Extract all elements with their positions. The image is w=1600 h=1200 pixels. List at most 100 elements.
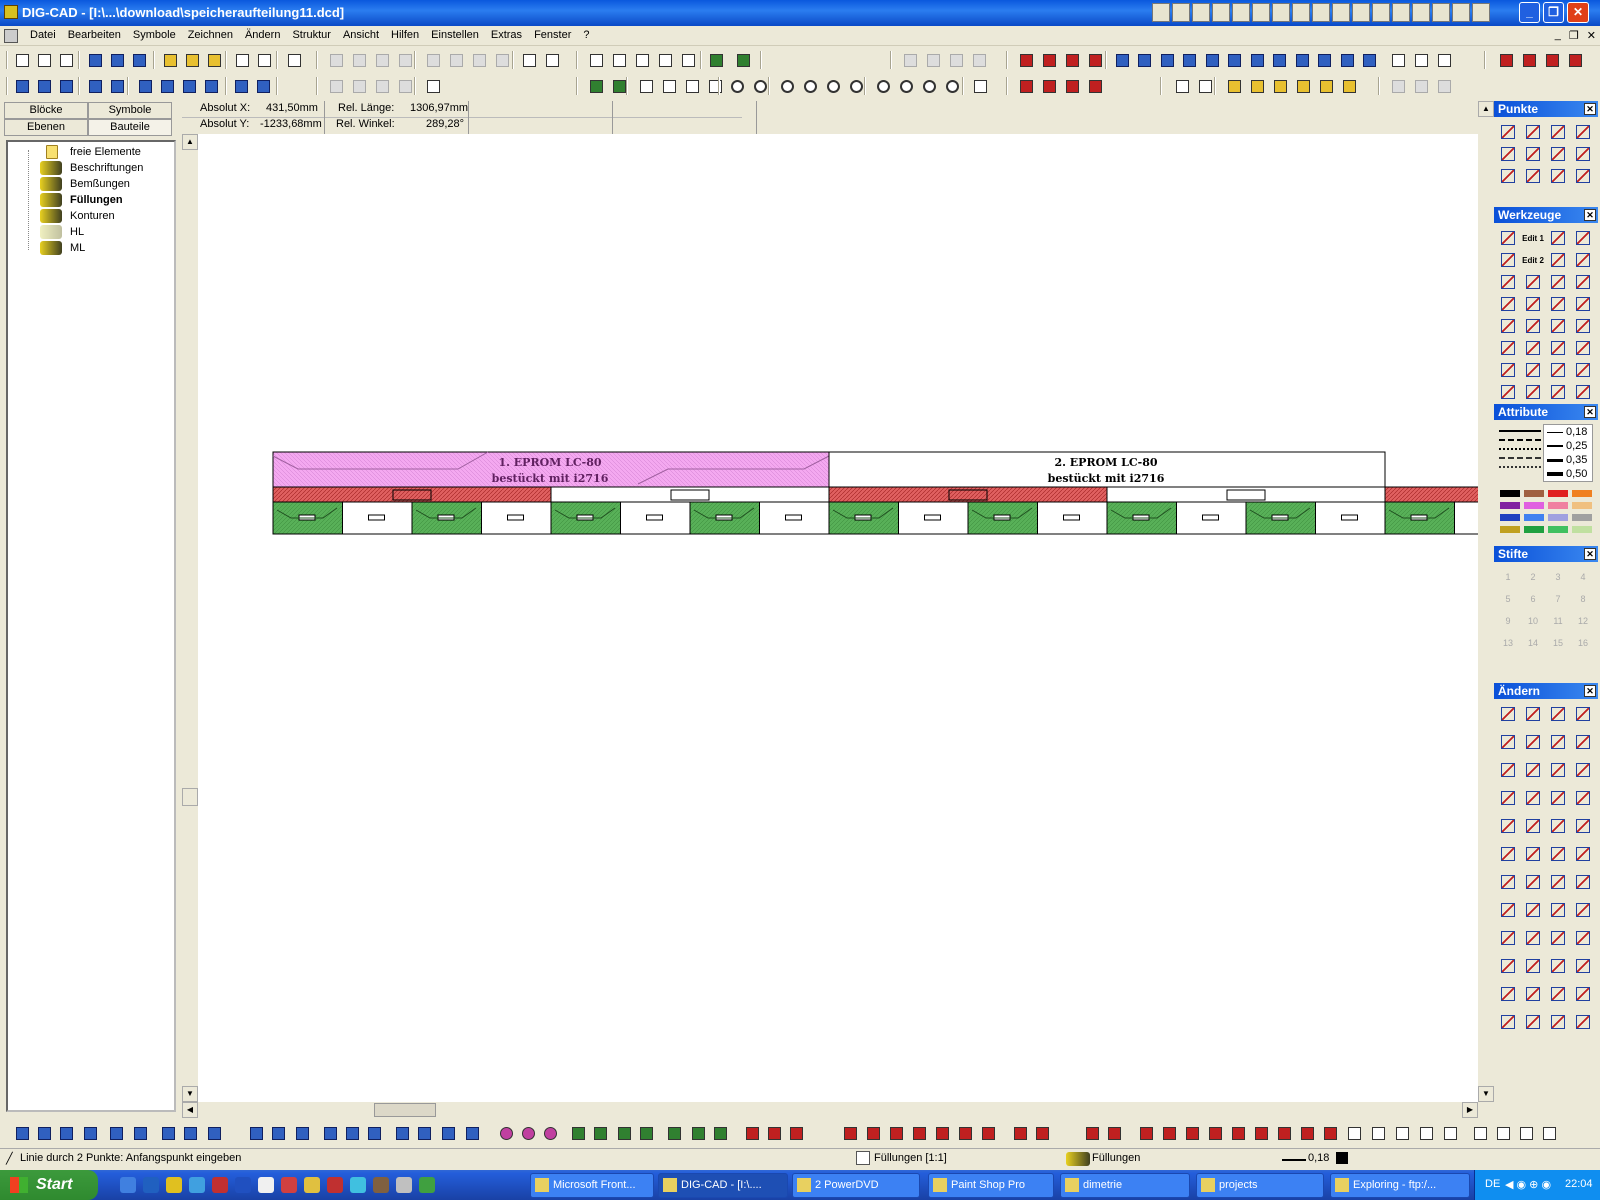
panel-tool-button[interactable] [1547, 143, 1569, 165]
panel-tool-button[interactable] [1572, 899, 1594, 921]
panel-tool-button[interactable] [1547, 927, 1569, 949]
ql-icon[interactable] [1152, 3, 1170, 22]
panel-tool-button[interactable] [1572, 315, 1594, 337]
tool-button[interactable] [1297, 1123, 1317, 1143]
scroll-left-button[interactable]: ◀ [182, 1102, 198, 1118]
tool-button[interactable] [1516, 1123, 1536, 1143]
toolbar-button[interactable] [160, 50, 180, 70]
panel-tool-button[interactable] [1497, 787, 1519, 809]
menu-item[interactable]: Ansicht [337, 29, 385, 41]
panel-tool-button[interactable] [1572, 955, 1594, 977]
panel-tool-button[interactable] [1522, 787, 1544, 809]
mdi-close-button[interactable]: ✕ [1587, 29, 1596, 42]
toolbar-button[interactable] [1434, 50, 1454, 70]
toolbar-button[interactable] [727, 76, 747, 96]
panel-tool-button[interactable] [1522, 315, 1544, 337]
vertical-scrollbar[interactable]: ▲ ▼ [1478, 101, 1494, 1102]
quick-launch-icon[interactable] [143, 1177, 159, 1193]
toolbar-button[interactable] [1112, 50, 1132, 70]
tool-button[interactable] [1205, 1123, 1225, 1143]
menu-item[interactable]: Hilfen [385, 29, 425, 41]
panel-tool-button[interactable] [1522, 927, 1544, 949]
panel-tool-button[interactable] [1547, 871, 1569, 893]
panel-tool-button[interactable] [1572, 227, 1594, 249]
quick-launch-icon[interactable] [166, 1177, 182, 1193]
color-swatch[interactable] [1500, 526, 1520, 533]
pen-selector[interactable]: 10 [1522, 610, 1544, 632]
tool-button[interactable] [1082, 1123, 1102, 1143]
toolbar-button[interactable] [423, 76, 443, 96]
toolbar-button[interactable] [1157, 50, 1177, 70]
ql-icon[interactable] [1212, 3, 1230, 22]
quick-launch-icon[interactable] [304, 1177, 320, 1193]
tool-button[interactable] [764, 1123, 784, 1143]
status-linewidth[interactable]: 0,18 [1308, 1152, 1329, 1164]
panel-tool-button[interactable] [1522, 1011, 1544, 1033]
pen-selector[interactable]: 15 [1547, 632, 1569, 654]
tree-item[interactable]: Konturen [40, 208, 115, 224]
panel-tool-button[interactable] [1497, 271, 1519, 293]
tool-button[interactable] [204, 1123, 224, 1143]
tool-button[interactable] [392, 1123, 412, 1143]
panel-tool-button[interactable] [1522, 983, 1544, 1005]
toolbar-button[interactable] [107, 50, 127, 70]
tool-button[interactable] [414, 1123, 434, 1143]
toolbar-button[interactable] [135, 76, 155, 96]
taskbar-button[interactable]: Exploring - ftp:/... [1330, 1173, 1470, 1198]
toolbar-button[interactable] [519, 50, 539, 70]
toolbar-button[interactable] [253, 76, 273, 96]
toolbar-button[interactable] [179, 76, 199, 96]
toolbar-button[interactable] [1039, 76, 1059, 96]
start-button[interactable]: Start [0, 1170, 98, 1200]
toolbar-button[interactable] [231, 76, 251, 96]
scroll-thumb[interactable] [182, 788, 198, 806]
toolbar-button[interactable] [942, 76, 962, 96]
tool-button[interactable] [246, 1123, 266, 1143]
panel-tool-button[interactable] [1522, 759, 1544, 781]
panel-tool-button[interactable] [1497, 731, 1519, 753]
tool-button[interactable] [614, 1123, 634, 1143]
panel-tool-button[interactable] [1572, 271, 1594, 293]
taskbar-button[interactable]: Microsoft Front... [530, 1173, 654, 1198]
quick-launch-icon[interactable] [350, 1177, 366, 1193]
panel-tool-button[interactable] [1547, 165, 1569, 187]
toolbar-button[interactable] [1195, 76, 1215, 96]
tool-button[interactable] [1032, 1123, 1052, 1143]
panel-tool-button[interactable] [1497, 359, 1519, 381]
panel-close-button[interactable]: ✕ [1584, 103, 1596, 115]
quick-launch-icon[interactable] [120, 1177, 136, 1193]
tray-icons[interactable]: ◀ ◉ ⊕ ◉ [1505, 1178, 1551, 1191]
toolbar-button[interactable] [85, 50, 105, 70]
tab-ebenen[interactable]: Ebenen [4, 119, 88, 136]
taskbar-button[interactable]: dimetrie [1060, 1173, 1190, 1198]
panel-tool-button[interactable] [1497, 1011, 1519, 1033]
panel-tool-button[interactable] [1497, 703, 1519, 725]
toolbar-button[interactable] [129, 50, 149, 70]
scroll-down-button[interactable]: ▼ [182, 1086, 198, 1102]
toolbar-button[interactable] [372, 50, 392, 70]
color-swatch[interactable] [1500, 502, 1520, 509]
toolbar-button[interactable] [1339, 76, 1359, 96]
ql-icon[interactable] [1272, 3, 1290, 22]
toolbar-button[interactable] [1062, 50, 1082, 70]
tool-button[interactable] [364, 1123, 384, 1143]
panel-tool-button[interactable] [1497, 337, 1519, 359]
pen-selector[interactable]: 6 [1522, 588, 1544, 610]
toolbar-button[interactable] [655, 50, 675, 70]
color-swatch[interactable] [1572, 526, 1592, 533]
tab-bloecke[interactable]: Blöcke [4, 102, 88, 119]
pen-selector[interactable]: 8 [1572, 588, 1594, 610]
tool-button[interactable] [932, 1123, 952, 1143]
color-swatch[interactable] [1524, 514, 1544, 521]
panel-tool-button[interactable]: Edit 2 [1522, 249, 1544, 271]
tool-button[interactable] [1416, 1123, 1436, 1143]
tool-button[interactable] [742, 1123, 762, 1143]
tree-item[interactable]: Füllungen [40, 192, 123, 208]
toolbar-button[interactable] [395, 50, 415, 70]
tool-button[interactable] [863, 1123, 883, 1143]
taskbar-button[interactable]: DIG-CAD - [I:\.... [658, 1173, 788, 1198]
toolbar-button[interactable] [1542, 50, 1562, 70]
tool-button[interactable] [1440, 1123, 1460, 1143]
panel-tool-button[interactable] [1572, 381, 1594, 403]
tree-item[interactable]: freie Elemente [40, 144, 141, 160]
